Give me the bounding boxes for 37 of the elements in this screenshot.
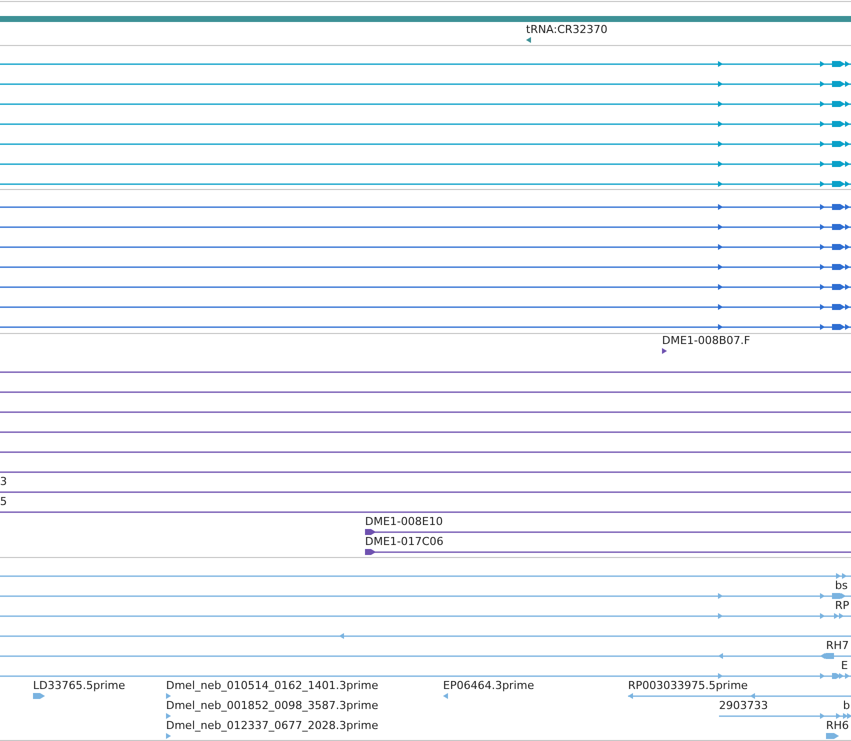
feature-line[interactable] bbox=[0, 101, 851, 107]
feature-line[interactable] bbox=[0, 161, 851, 167]
feature-line[interactable] bbox=[365, 549, 851, 555]
feature-label: 5 bbox=[0, 495, 7, 508]
feature-label: RH7 bbox=[826, 639, 849, 652]
feature-line[interactable] bbox=[0, 121, 851, 127]
feature-label: tRNA:CR32370 bbox=[526, 23, 608, 36]
feature-glyph[interactable] bbox=[526, 37, 531, 43]
feature-glyph[interactable] bbox=[662, 348, 667, 354]
feature-line[interactable] bbox=[0, 81, 851, 87]
feature-line[interactable] bbox=[0, 324, 851, 330]
feature-line[interactable] bbox=[0, 141, 851, 147]
feature-label: EP06464.3prime bbox=[443, 679, 534, 692]
feature-label: Dmel_neb_012337_0677_2028.3prime bbox=[166, 719, 378, 732]
feature-label: RP bbox=[835, 599, 850, 612]
feature-label: Dmel_neb_010514_0162_1401.3prime bbox=[166, 679, 378, 692]
feature-line[interactable] bbox=[0, 224, 851, 230]
feature-line[interactable] bbox=[0, 304, 851, 310]
feature-label: DME1-008E10 bbox=[365, 515, 443, 528]
feature-label: LD33765.5prime bbox=[33, 679, 126, 692]
feature-label: E bbox=[841, 659, 848, 672]
feature-line[interactable] bbox=[0, 204, 851, 210]
feature-line[interactable] bbox=[0, 264, 851, 270]
feature-label: Dmel_neb_001852_0098_3587.3prime bbox=[166, 699, 378, 712]
feature-label: b bbox=[843, 699, 850, 712]
feature-line[interactable] bbox=[0, 61, 851, 67]
feature-line[interactable] bbox=[0, 284, 851, 290]
feature-label: bs bbox=[835, 579, 848, 592]
feature-label: RH6 bbox=[826, 719, 849, 732]
feature-label: DME1-017C06 bbox=[365, 535, 444, 548]
feature-label: RP003033975.5prime bbox=[628, 679, 748, 692]
feature-label: 3 bbox=[0, 475, 7, 488]
feature-line[interactable] bbox=[0, 244, 851, 250]
feature-label: DME1-008B07.F bbox=[662, 334, 750, 347]
feature-line[interactable] bbox=[365, 529, 851, 535]
feature-label: 2903733 bbox=[719, 699, 768, 712]
feature-line[interactable] bbox=[0, 181, 851, 187]
